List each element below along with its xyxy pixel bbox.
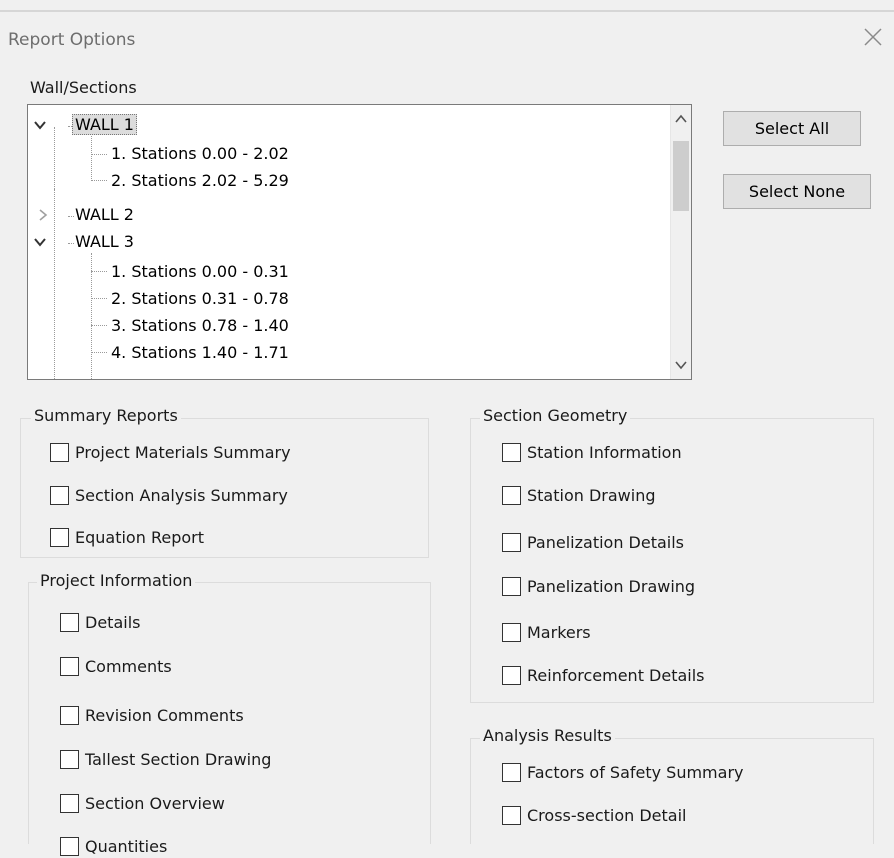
checkbox-box[interactable] xyxy=(502,762,521,782)
chevron-right-icon[interactable] xyxy=(36,208,50,222)
select-all-button[interactable]: Select All xyxy=(723,111,861,146)
analysis-results-group xyxy=(470,738,874,844)
checkbox-box[interactable] xyxy=(60,749,79,769)
checkbox-project-materials-summary[interactable]: Project Materials Summary xyxy=(50,440,291,464)
scroll-up-icon[interactable] xyxy=(674,113,688,125)
tree-connector xyxy=(91,271,107,272)
checkbox-box[interactable] xyxy=(502,805,521,825)
checkbox-box[interactable] xyxy=(60,793,79,813)
checkbox-section-overview[interactable]: Section Overview xyxy=(60,791,225,815)
tree-item-wall-3[interactable]: WALL 3 xyxy=(72,231,137,252)
close-icon[interactable] xyxy=(860,24,886,50)
checkbox-quantities[interactable]: Quantities xyxy=(60,834,167,858)
chevron-down-icon[interactable] xyxy=(33,235,47,249)
top-border xyxy=(0,10,894,12)
tree-connector xyxy=(54,189,55,379)
tree-item-section[interactable]: 1. Stations 0.00 - 2.02 xyxy=(108,143,292,164)
checkbox-box[interactable] xyxy=(50,527,69,547)
checkbox-box[interactable] xyxy=(60,612,79,632)
section-geometry-title: Section Geometry xyxy=(480,406,631,425)
checkbox-panelization-drawing[interactable]: Panelization Drawing xyxy=(502,574,695,598)
tree-item-section[interactable]: 3. Stations 0.78 - 1.40 xyxy=(108,315,292,336)
checkbox-comments[interactable]: Comments xyxy=(60,654,172,678)
tree-scrollbar[interactable] xyxy=(670,105,691,379)
tree-item-section[interactable]: 2. Stations 0.31 - 0.78 xyxy=(108,288,292,309)
chevron-down-icon[interactable] xyxy=(33,118,47,132)
checkbox-box[interactable] xyxy=(502,442,521,462)
checkbox-box[interactable] xyxy=(60,836,79,856)
checkbox-box[interactable] xyxy=(502,622,521,642)
checkbox-box[interactable] xyxy=(502,485,521,505)
wall-sections-label: Wall/Sections xyxy=(30,78,137,97)
summary-reports-title: Summary Reports xyxy=(31,406,181,425)
checkbox-box[interactable] xyxy=(50,485,69,505)
scroll-down-icon[interactable] xyxy=(674,359,688,371)
checkbox-box[interactable] xyxy=(60,705,79,725)
tree-connector xyxy=(54,127,55,189)
wall-sections-tree[interactable]: WALL 1 1. Stations 0.00 - 2.02 2. Statio… xyxy=(27,104,692,380)
checkbox-box[interactable] xyxy=(502,576,521,596)
tree-connector xyxy=(91,298,107,299)
checkbox-factors-of-safety-summary[interactable]: Factors of Safety Summary xyxy=(502,760,744,784)
tree-item-wall-2[interactable]: WALL 2 xyxy=(72,204,137,225)
project-information-title: Project Information xyxy=(37,571,196,590)
checkbox-markers[interactable]: Markers xyxy=(502,620,591,644)
checkbox-revision-comments[interactable]: Revision Comments xyxy=(60,703,244,727)
analysis-results-title: Analysis Results xyxy=(480,726,615,745)
scrollbar-thumb[interactable] xyxy=(673,141,689,211)
tree-item-wall-1[interactable]: WALL 1 xyxy=(72,114,137,135)
checkbox-station-drawing[interactable]: Station Drawing xyxy=(502,483,656,507)
checkbox-details[interactable]: Details xyxy=(60,610,140,634)
dialog-title: Report Options xyxy=(8,30,136,50)
checkbox-box[interactable] xyxy=(502,665,521,685)
checkbox-panelization-details[interactable]: Panelization Details xyxy=(502,530,684,554)
checkbox-box[interactable] xyxy=(60,656,79,676)
checkbox-reinforcement-details[interactable]: Reinforcement Details xyxy=(502,663,705,687)
checkbox-tallest-section-drawing[interactable]: Tallest Section Drawing xyxy=(60,747,271,771)
tree-connector xyxy=(91,253,92,379)
tree-connector xyxy=(91,154,107,155)
checkbox-equation-report[interactable]: Equation Report xyxy=(50,525,204,549)
tree-item-section[interactable]: 1. Stations 0.00 - 0.31 xyxy=(108,261,292,282)
tree-connector xyxy=(91,352,107,353)
checkbox-box[interactable] xyxy=(502,532,521,552)
tree-connector xyxy=(91,180,107,181)
select-none-button[interactable]: Select None xyxy=(723,174,871,209)
tree-item-section[interactable]: 2. Stations 2.02 - 5.29 xyxy=(108,170,292,191)
checkbox-station-information[interactable]: Station Information xyxy=(502,440,682,464)
tree-item-section[interactable]: 4. Stations 1.40 - 1.71 xyxy=(108,342,292,363)
checkbox-cross-section-detail[interactable]: Cross-section Detail xyxy=(502,803,686,827)
checkbox-section-analysis-summary[interactable]: Section Analysis Summary xyxy=(50,483,288,507)
checkbox-box[interactable] xyxy=(50,442,69,462)
tree-connector xyxy=(91,325,107,326)
